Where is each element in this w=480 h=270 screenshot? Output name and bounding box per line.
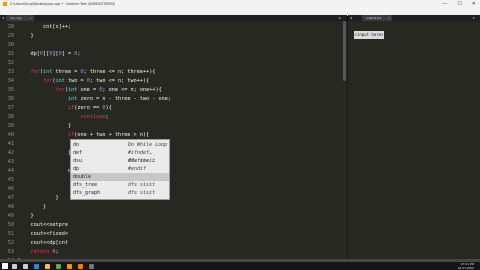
terminal-icon[interactable] xyxy=(89,263,94,269)
autocomplete-item[interactable]: dp xyxy=(71,165,169,173)
line-number: 40 xyxy=(7,132,14,138)
autocomplete-item[interactable]: dfs_tree dfs visit xyxy=(71,181,169,189)
autocomplete-key: do xyxy=(73,142,80,148)
line-number: 46 xyxy=(7,186,14,192)
tab-label: output.txt xyxy=(366,16,381,20)
code-text: dp[0][0][0] = 0; xyxy=(18,51,81,57)
line-number: 42 xyxy=(7,150,14,156)
vlc-icon[interactable] xyxy=(78,263,83,269)
autocomplete-desc: dfs visit xyxy=(128,182,156,188)
taskbar: 07:21 PM 26-07-2020 xyxy=(0,262,480,270)
autocomplete-popup: do Do While Loop def #ifndef… #define … #en… xyxy=(70,139,170,200)
chrome-icon[interactable] xyxy=(56,263,61,269)
line-number: 36 xyxy=(7,96,14,102)
output-panel[interactable]: <input here> xyxy=(348,21,480,259)
code-text: cout<<fixed< xyxy=(18,231,68,237)
autocomplete-item[interactable]: dfs_graph dfs visit xyxy=(71,189,169,197)
autocomplete-key: dfs_tree xyxy=(73,182,98,188)
code-text: } xyxy=(18,204,47,210)
code-text: cnt[x]++; xyxy=(18,24,72,30)
input-placeholder: <input here> xyxy=(354,31,384,39)
close-button[interactable]: ✕ xyxy=(472,1,476,7)
code-text: cout<<setpre xyxy=(18,222,68,228)
line-number: 50 xyxy=(7,222,14,228)
autocomplete-item[interactable]: def #ifndef… #define … #endif xyxy=(71,149,169,172)
editor-scrollbar[interactable] xyxy=(343,21,346,81)
code-text: d xyxy=(18,168,72,174)
line-number: 52 xyxy=(7,240,14,246)
title-bar: C:\Users\Suraj\Desktop\cpc.cpp • - Subli… xyxy=(0,0,480,8)
tab-label: cpc.cpp xyxy=(10,16,22,20)
windows-start-icon[interactable] xyxy=(2,263,8,269)
code-text: } xyxy=(18,150,72,156)
clock-date: 26-07-2020 xyxy=(457,266,474,270)
search-icon[interactable] xyxy=(12,263,17,269)
line-number: 38 xyxy=(7,114,14,120)
code-text: return 0; xyxy=(18,249,59,255)
code-text: } xyxy=(18,123,72,129)
autocomplete-key: double xyxy=(73,174,92,180)
line-number: 34 xyxy=(7,78,14,84)
line-number: 29 xyxy=(7,33,14,39)
autocomplete-desc: Do While Loop xyxy=(128,142,168,148)
code-text: cout<<dp[cnt xyxy=(18,240,68,246)
line-number: 28 xyxy=(7,24,14,30)
code-text: for(int two = 0; two <= n; two++){ xyxy=(18,78,150,84)
autocomplete-item[interactable]: double xyxy=(71,173,169,181)
code-text: } xyxy=(18,33,34,39)
line-number: 43 xyxy=(7,159,14,165)
line-number: 35 xyxy=(7,87,14,93)
code-text: continue; xyxy=(18,114,109,120)
maximize-button[interactable]: ☐ xyxy=(457,1,461,7)
line-number: 41 xyxy=(7,141,14,147)
task-view-icon[interactable] xyxy=(23,263,28,269)
sublime-icon[interactable] xyxy=(67,263,72,269)
line-number: 44 xyxy=(7,168,14,174)
autocomplete-key: def xyxy=(73,150,83,156)
code-text: for(int three = 0; three <= n; three++){ xyxy=(18,69,156,75)
code-text: for(int one = 0; one <= n; one++){ xyxy=(18,87,162,93)
code-editor[interactable]: 28 cnt[x]++; 29 } 30 31 dp[0][0][0] = 0; 32 3… xyxy=(0,21,348,264)
line-number: 39 xyxy=(7,123,14,129)
autocomplete-item[interactable]: do Do While Loop xyxy=(71,141,169,149)
code-text: } xyxy=(18,213,34,219)
line-number: 49 xyxy=(7,213,14,219)
line-number: 32 xyxy=(7,60,14,66)
window-title: C:\Users\Suraj\Desktop\cpc.cpp • - Subli… xyxy=(10,2,116,6)
line-number: 45 xyxy=(7,177,14,183)
line-number: 47 xyxy=(7,195,14,201)
edge-icon[interactable] xyxy=(34,263,39,269)
code-text: } xyxy=(18,195,59,201)
code-text: if(zero == 0){ xyxy=(18,105,112,111)
line-number: 33 xyxy=(7,69,14,75)
line-number: 31 xyxy=(7,51,14,57)
line-number: 37 xyxy=(7,105,14,111)
line-number: 53 xyxy=(7,249,14,255)
autocomplete-item[interactable]: dsu dfs visit xyxy=(71,157,169,165)
minimize-button[interactable]: — xyxy=(442,1,447,7)
autocomplete-key: dp xyxy=(73,166,80,172)
code-text: int zero = n - three - two - one; xyxy=(18,96,172,102)
autocomplete-key: dfs_graph xyxy=(73,190,101,196)
line-number: 48 xyxy=(7,204,14,210)
autocomplete-key: dsu xyxy=(73,158,83,164)
explorer-icon[interactable] xyxy=(45,263,50,269)
sublime-app-icon xyxy=(3,2,7,6)
system-clock[interactable]: 07:21 PM 26-07-2020 xyxy=(458,262,474,270)
line-number: 30 xyxy=(7,42,14,48)
autocomplete-desc: dfs visit xyxy=(128,190,156,196)
line-number: 51 xyxy=(7,231,14,237)
autocomplete-desc: dfs visit xyxy=(128,158,156,164)
